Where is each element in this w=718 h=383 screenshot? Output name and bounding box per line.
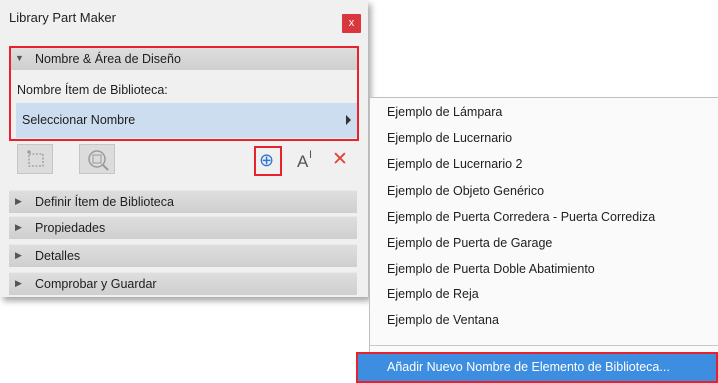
window-title: Library Part Maker	[9, 10, 116, 25]
menu-item[interactable]: Ejemplo de Lucernario 2	[387, 157, 523, 171]
section-label: Definir Ítem de Biblioteca	[35, 195, 174, 209]
menu-item[interactable]: Ejemplo de Ventana	[387, 313, 499, 327]
menu-item-label: Añadir Nuevo Nombre de Elemento de Bibli…	[387, 360, 670, 374]
title-bar[interactable]: Library Part Maker x	[0, 0, 368, 36]
delete-name-button[interactable]: ✕	[330, 148, 354, 172]
zoom-area-icon	[88, 150, 109, 171]
menu-item[interactable]: Ejemplo de Reja	[387, 287, 479, 301]
menu-item[interactable]: Ejemplo de Objeto Genérico	[387, 184, 544, 198]
section-label: Comprobar y Guardar	[35, 277, 157, 291]
add-circle-icon: ⊕	[259, 150, 275, 170]
add-new-library-name-menu-item[interactable]: Añadir Nuevo Nombre de Elemento de Bibli…	[356, 352, 718, 383]
rename-button[interactable]: A I	[296, 149, 320, 173]
section-label: Propiedades	[35, 221, 106, 235]
menu-item[interactable]: Ejemplo de Puerta Doble Abatimiento	[387, 262, 595, 276]
section-label: Detalles	[35, 249, 81, 263]
close-icon: x	[348, 17, 355, 29]
expand-arrow-icon: ▶	[15, 250, 22, 260]
text-edit-icon: A	[297, 152, 309, 171]
crop-area-icon	[27, 150, 44, 167]
expand-arrow-icon: ▶	[15, 278, 22, 288]
library-item-name-label: Nombre Ítem de Biblioteca:	[17, 83, 168, 97]
delete-x-icon: ✕	[332, 149, 348, 170]
library-item-name-select[interactable]: Seleccionar Nombre	[16, 103, 357, 138]
menu-item[interactable]: Ejemplo de Lucernario	[387, 131, 512, 145]
section-definir-header[interactable]: ▶ Definir Ítem de Biblioteca	[9, 190, 357, 213]
menu-item[interactable]: Ejemplo de Lámpara	[387, 105, 502, 119]
name-select-value: Seleccionar Nombre	[22, 113, 136, 127]
zoom-area-button[interactable]	[79, 144, 115, 174]
menu-item[interactable]: Ejemplo de Puerta de Garage	[387, 236, 552, 250]
section-propiedades-header[interactable]: ▶ Propiedades	[9, 216, 357, 239]
close-button[interactable]: x	[342, 14, 361, 33]
library-part-maker-palette: Library Part Maker x ▼ Nombre & Área de …	[0, 0, 368, 297]
library-name-menu: Ejemplo de Lámpara Ejemplo de Lucernario…	[369, 97, 718, 383]
menu-separator	[370, 345, 718, 346]
menu-item[interactable]: Ejemplo de Puerta Corredera - Puerta Cor…	[387, 210, 655, 224]
expand-arrow-icon: ▶	[15, 222, 22, 232]
text-cursor-icon: I	[309, 149, 313, 161]
crop-area-button[interactable]	[17, 144, 53, 174]
section-comprobar-header[interactable]: ▶ Comprobar y Guardar	[9, 272, 357, 295]
submenu-arrow-icon	[346, 115, 351, 125]
add-new-name-button[interactable]: ⊕	[254, 146, 282, 176]
expand-arrow-icon: ▶	[15, 196, 22, 206]
section-detalles-header[interactable]: ▶ Detalles	[9, 244, 357, 267]
